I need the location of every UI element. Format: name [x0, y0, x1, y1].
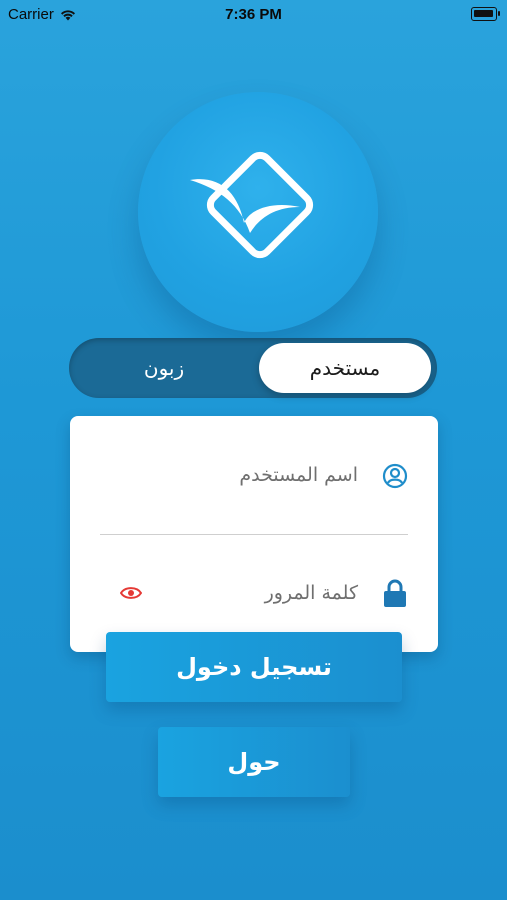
toggle-option-customer[interactable]: زبون — [79, 343, 249, 393]
toggle-option-user[interactable]: مستخدم — [259, 343, 431, 393]
lock-icon — [384, 579, 406, 607]
about-button-label: حول — [227, 748, 281, 776]
username-field[interactable]: اسم المستخدم — [70, 456, 438, 496]
password-field[interactable]: كلمة المرور — [70, 574, 438, 614]
password-placeholder: كلمة المرور — [264, 582, 358, 604]
user-circle-icon — [382, 463, 408, 489]
eye-icon[interactable] — [120, 586, 142, 600]
battery-icon — [471, 7, 500, 21]
toggle-option-user-label: مستخدم — [309, 356, 381, 380]
login-form-card: اسم المستخدم كلمة المرور — [70, 416, 438, 652]
status-bar: Carrier 7:36 PM — [0, 0, 507, 30]
app-logo-icon — [190, 151, 314, 259]
login-button-label: تسجيل دخول — [176, 653, 332, 681]
login-button[interactable]: تسجيل دخول — [106, 632, 402, 702]
status-time: 7:36 PM — [225, 6, 282, 23]
field-divider — [100, 534, 408, 535]
toggle-option-customer-label: زبون — [143, 356, 185, 380]
user-type-toggle[interactable]: زبون مستخدم — [69, 338, 437, 398]
username-placeholder: اسم المستخدم — [239, 464, 358, 486]
about-button[interactable]: حول — [158, 727, 350, 797]
